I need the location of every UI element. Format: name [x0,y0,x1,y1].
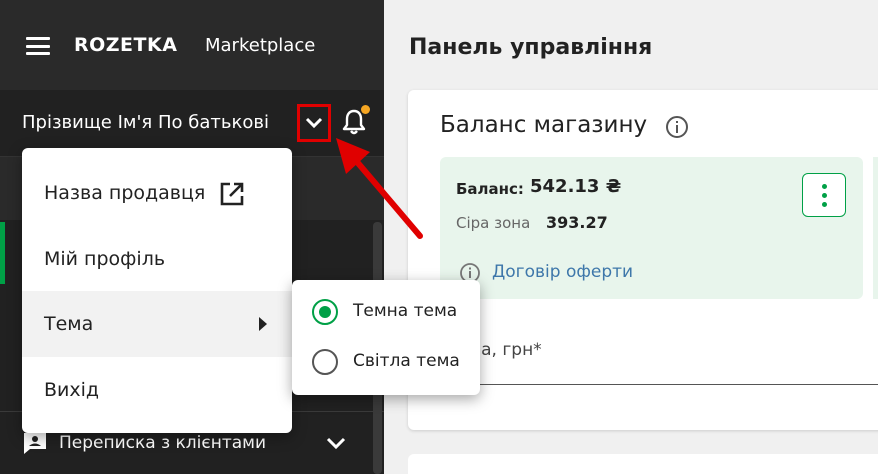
sidebar-item-chat[interactable]: Переписка з клієнтами [59,433,266,453]
more-options-button[interactable] [802,173,846,217]
user-name[interactable]: Прізвище Ім'я По батькові [22,112,269,133]
balance-card-title: Баланс магазину [440,112,648,138]
chevron-down-icon [305,117,323,129]
menu-icon[interactable] [26,37,50,55]
menu-item-label: Вихід [44,379,100,401]
price-input-underline[interactable] [440,384,878,385]
radio-selected-icon[interactable] [312,299,338,325]
theme-option-dark[interactable]: Темна тема [292,285,480,339]
theme-option-label: Темна тема [353,301,458,321]
menu-item-my-profile[interactable]: Мій профіль [22,226,292,292]
more-vertical-icon [821,183,827,189]
balance-label: Баланс: [456,180,524,198]
account-dropdown-button[interactable] [297,104,331,142]
next-panel-edge [873,157,878,299]
menu-item-label: Назва продавця [44,182,206,204]
menu-item-theme[interactable]: Тема [22,291,292,357]
grey-zone-label: Сіра зона [456,214,531,232]
account-menu: Назва продавця Мій профіль Тема Вихід [22,148,292,433]
active-nav-indicator [0,222,5,284]
menu-item-label: Тема [44,313,94,335]
balance-value: 542.13 ₴ [530,176,622,197]
theme-submenu: Темна тема Світла тема [292,280,480,395]
page-title: Панель управління [409,35,653,60]
brand-logo: ROZETKA [74,34,178,56]
theme-option-light[interactable]: Світла тема [292,335,480,389]
theme-option-label: Світла тема [353,351,460,371]
menu-item-logout[interactable]: Вихід [22,357,292,423]
grey-zone-value: 393.27 [546,213,608,232]
sidebar-header [0,0,384,90]
notification-badge [361,105,370,114]
radio-unselected-icon[interactable] [312,349,338,375]
chat-icon [24,433,46,454]
chevron-down-icon[interactable] [325,435,347,451]
menu-item-seller-name[interactable]: Назва продавця [22,160,292,226]
menu-item-label: Мій профіль [44,248,166,270]
bottom-card [408,454,878,474]
submenu-arrow-icon [259,317,267,331]
info-icon[interactable] [665,115,689,139]
external-link-icon[interactable] [218,180,246,208]
brand-subtitle: Marketplace [205,35,316,56]
offer-agreement-link[interactable]: Договір оферти [492,262,633,282]
price-field-label: на, грн* [470,340,542,360]
